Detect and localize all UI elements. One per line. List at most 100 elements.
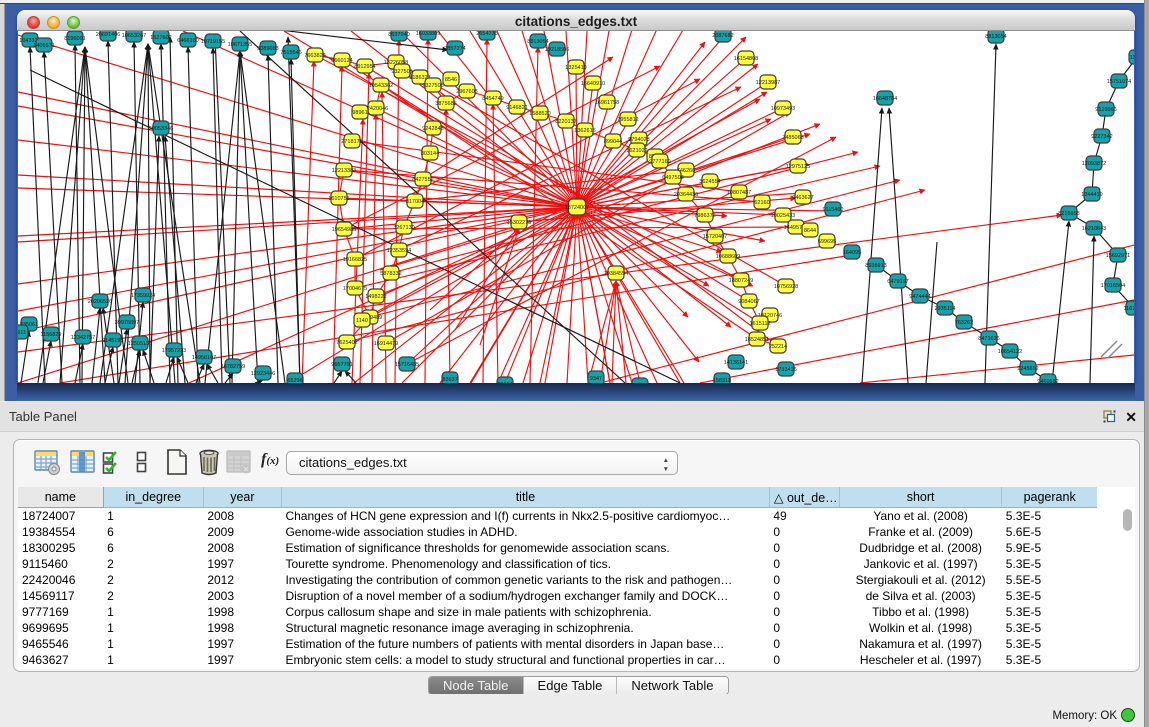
- svg-text:20691406: 20691406: [96, 32, 120, 38]
- svg-text:17359924: 17359924: [131, 293, 155, 299]
- svg-text:10653267: 10653267: [122, 33, 146, 39]
- svg-text:3267130: 3267130: [393, 225, 414, 231]
- svg-text:10688609: 10688609: [716, 254, 740, 260]
- svg-text:7955812: 7955812: [617, 117, 638, 123]
- svg-text:7857274: 7857274: [444, 46, 465, 52]
- svg-text:1140: 1140: [356, 318, 368, 324]
- svg-text:10719155: 10719155: [201, 39, 225, 45]
- svg-text:10671355: 10671355: [228, 42, 252, 48]
- svg-text:6479197: 6479197: [887, 279, 908, 285]
- svg-text:9327508: 9327508: [422, 83, 443, 89]
- svg-text:2654235: 2654235: [476, 31, 497, 37]
- svg-text:1615112: 1615112: [749, 321, 770, 327]
- svg-text:14136141: 14136141: [724, 360, 748, 366]
- svg-text:7986372: 7986372: [694, 213, 715, 219]
- svg-text:17016504: 17016504: [1101, 283, 1125, 289]
- svg-text:9146821: 9146821: [506, 105, 527, 111]
- svg-text:1145193: 1145193: [102, 338, 123, 344]
- svg-text:8546: 8546: [445, 77, 457, 83]
- svg-text:8215958: 8215958: [1058, 211, 1079, 217]
- svg-text:8637940: 8637940: [388, 32, 409, 38]
- svg-text:763262: 763262: [955, 320, 973, 326]
- svg-text:9245652: 9245652: [1017, 366, 1038, 372]
- svg-text:803144: 803144: [421, 151, 439, 157]
- svg-text:8813054: 8813054: [527, 39, 548, 45]
- svg-text:12213987: 12213987: [756, 80, 780, 86]
- svg-text:9657791: 9657791: [331, 362, 352, 368]
- svg-text:15302273: 15302273: [507, 220, 531, 226]
- svg-text:9474444: 9474444: [909, 294, 930, 300]
- svg-text:12342757: 12342757: [71, 335, 95, 341]
- svg-text:10756928: 10756928: [774, 284, 798, 290]
- svg-text:11172: 11172: [1130, 55, 1134, 61]
- svg-text:9084067: 9084067: [738, 299, 759, 305]
- svg-text:12213383: 12213383: [332, 168, 356, 174]
- svg-text:3911: 3911: [18, 330, 26, 336]
- svg-text:12093872: 12093872: [1082, 161, 1106, 167]
- svg-text:9463627: 9463627: [792, 195, 813, 201]
- svg-text:2087682: 2087682: [712, 33, 733, 39]
- svg-text:1325419: 1325419: [565, 65, 586, 71]
- svg-text:1244419: 1244419: [1081, 192, 1102, 198]
- svg-text:16640910: 16640910: [581, 81, 605, 87]
- svg-text:1405571: 1405571: [33, 43, 54, 49]
- svg-text:20364436: 20364436: [674, 192, 698, 198]
- svg-text:9129966: 9129966: [1095, 107, 1116, 113]
- svg-text:16782759: 16782759: [221, 364, 245, 370]
- svg-text:8660124: 8660124: [331, 58, 352, 64]
- svg-text:10543362: 10543362: [369, 83, 393, 89]
- svg-text:3624554: 3624554: [699, 179, 720, 185]
- svg-text:20206526: 20206526: [88, 299, 112, 305]
- svg-text:98961: 98961: [352, 110, 367, 116]
- svg-text:16210643: 16210643: [1082, 226, 1106, 232]
- svg-text:1167534: 1167534: [1123, 306, 1134, 312]
- svg-text:252214: 252214: [769, 344, 787, 350]
- svg-text:3875685: 3875685: [435, 101, 456, 107]
- svg-text:3389083: 3389083: [257, 46, 278, 52]
- svg-text:6466160: 6466160: [177, 38, 198, 44]
- svg-text:1621022: 1621022: [626, 148, 647, 154]
- svg-text:15692971: 15692971: [1106, 253, 1130, 259]
- svg-text:8813054: 8813054: [985, 34, 1006, 40]
- svg-text:1498222: 1498222: [365, 294, 386, 300]
- svg-text:9242848: 9242848: [422, 126, 443, 132]
- svg-text:6497508: 6497508: [662, 175, 683, 181]
- svg-text:699695: 699695: [818, 239, 836, 245]
- svg-text:8220137: 8220137: [555, 119, 576, 125]
- svg-text:10025433: 10025433: [771, 213, 795, 219]
- svg-text:19218506: 19218506: [545, 47, 569, 53]
- svg-text:8644: 8644: [804, 228, 816, 234]
- svg-text:8427552: 8427552: [412, 177, 433, 183]
- svg-text:14958107: 14958107: [192, 355, 216, 361]
- svg-text:317004: 317004: [406, 199, 424, 205]
- svg-text:19654985: 19654985: [332, 227, 356, 233]
- svg-text:1527602: 1527602: [150, 35, 171, 41]
- svg-text:1362615: 1362615: [574, 128, 595, 134]
- svg-text:19384554: 19384554: [604, 271, 628, 277]
- svg-text:12353594: 12353594: [387, 248, 411, 254]
- svg-text:7485063: 7485063: [782, 135, 803, 141]
- svg-text:10654122: 10654122: [998, 349, 1022, 355]
- svg-text:2967608: 2967608: [456, 89, 477, 95]
- svg-text:20053346: 20053346: [149, 126, 173, 132]
- svg-text:18524851: 18524851: [745, 337, 769, 343]
- svg-text:9347: 9347: [590, 376, 602, 382]
- svg-text:8912954: 8912954: [354, 64, 375, 70]
- svg-text:1610755: 1610755: [328, 196, 349, 202]
- svg-text:1733426: 1733426: [775, 367, 796, 373]
- svg-text:15716485: 15716485: [395, 362, 419, 368]
- svg-text:164095: 164095: [843, 250, 861, 256]
- svg-text:5878332: 5878332: [380, 271, 401, 277]
- svg-text:7515546: 7515546: [280, 50, 301, 56]
- svg-text:7663822: 7663822: [304, 53, 325, 59]
- svg-text:12975125: 12975125: [786, 164, 810, 170]
- svg-text:10807487: 10807487: [727, 190, 751, 196]
- svg-text:9777169: 9777169: [649, 159, 670, 165]
- svg-text:18724007: 18724007: [565, 205, 589, 211]
- svg-text:12505135: 12505135: [128, 341, 152, 347]
- svg-text:1588520: 1588520: [529, 111, 550, 117]
- svg-text:8196001: 8196001: [64, 36, 85, 42]
- svg-text:16033809: 16033809: [416, 31, 440, 37]
- svg-text:15720407: 15720407: [703, 234, 727, 240]
- svg-text:9227342: 9227342: [1091, 134, 1112, 140]
